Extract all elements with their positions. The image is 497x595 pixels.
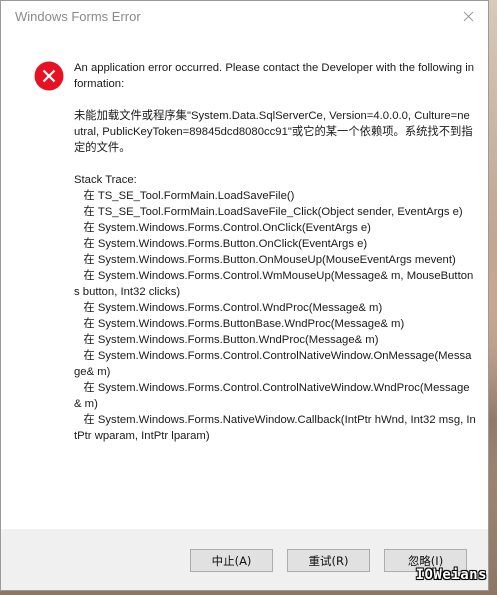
title-bar[interactable]: Windows Forms Error [1,1,488,32]
retry-button[interactable]: 重试(R) [287,549,370,572]
dialog-content: An application error occurred. Please co… [1,32,488,529]
close-button[interactable] [454,3,482,29]
watermark-text: IOWeians [415,567,487,583]
error-icon [34,61,64,91]
error-message: An application error occurred. Please co… [74,62,476,442]
close-icon [463,11,473,21]
window-title: Windows Forms Error [15,9,141,24]
error-dialog: Windows Forms Error An application error… [0,0,489,591]
abort-button[interactable]: 中止(A) [190,549,273,572]
